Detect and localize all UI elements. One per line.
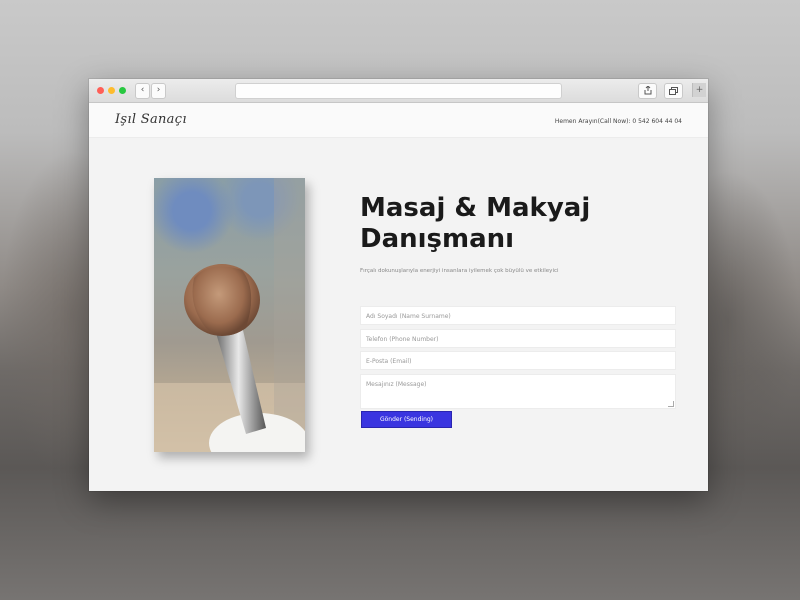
share-button[interactable] xyxy=(638,83,657,99)
message-textarea[interactable]: Mesajınız (Message) xyxy=(360,374,676,409)
page-subtitle: Fırçalı dokunuşlarıyla enerjiyi insanlar… xyxy=(360,268,559,274)
resize-handle[interactable] xyxy=(668,401,674,407)
send-button[interactable]: Gönder (Sending) xyxy=(361,411,452,428)
minimize-window-button[interactable] xyxy=(108,87,115,94)
tabs-button[interactable] xyxy=(664,83,683,99)
close-window-button[interactable] xyxy=(97,87,104,94)
makeup-brush-illustration xyxy=(154,178,305,452)
call-now-phone[interactable]: Hemen Arayın(Call Now): 0 542 604 44 04 xyxy=(555,118,682,125)
back-button[interactable]: ‹ xyxy=(135,83,150,99)
tabs-icon xyxy=(669,87,678,95)
forward-button[interactable]: › xyxy=(151,83,166,99)
makeup-brush-photo xyxy=(154,178,305,452)
name-field[interactable]: Adı Soyadı (Name Surname) xyxy=(360,306,676,325)
site-header: Işıl Sanaçı Hemen Arayın(Call Now): 0 54… xyxy=(89,103,708,138)
browser-toolbar: ‹ › + xyxy=(89,79,708,103)
share-icon xyxy=(644,85,651,95)
address-bar[interactable] xyxy=(235,83,562,99)
maximize-window-button[interactable] xyxy=(119,87,126,94)
phone-field[interactable]: Telefon (Phone Number) xyxy=(360,329,676,348)
site-logo[interactable]: Işıl Sanaçı xyxy=(115,112,187,127)
message-placeholder: Mesajınız (Message) xyxy=(366,381,427,388)
browser-window: ‹ › + Işıl Sanaçı Hemen Arayın(Call Now)… xyxy=(89,79,708,491)
new-tab-button[interactable]: + xyxy=(692,83,706,97)
email-field[interactable]: E-Posta (Email) xyxy=(360,351,676,370)
page-title: Masaj & Makyaj Danışmanı xyxy=(360,193,591,254)
